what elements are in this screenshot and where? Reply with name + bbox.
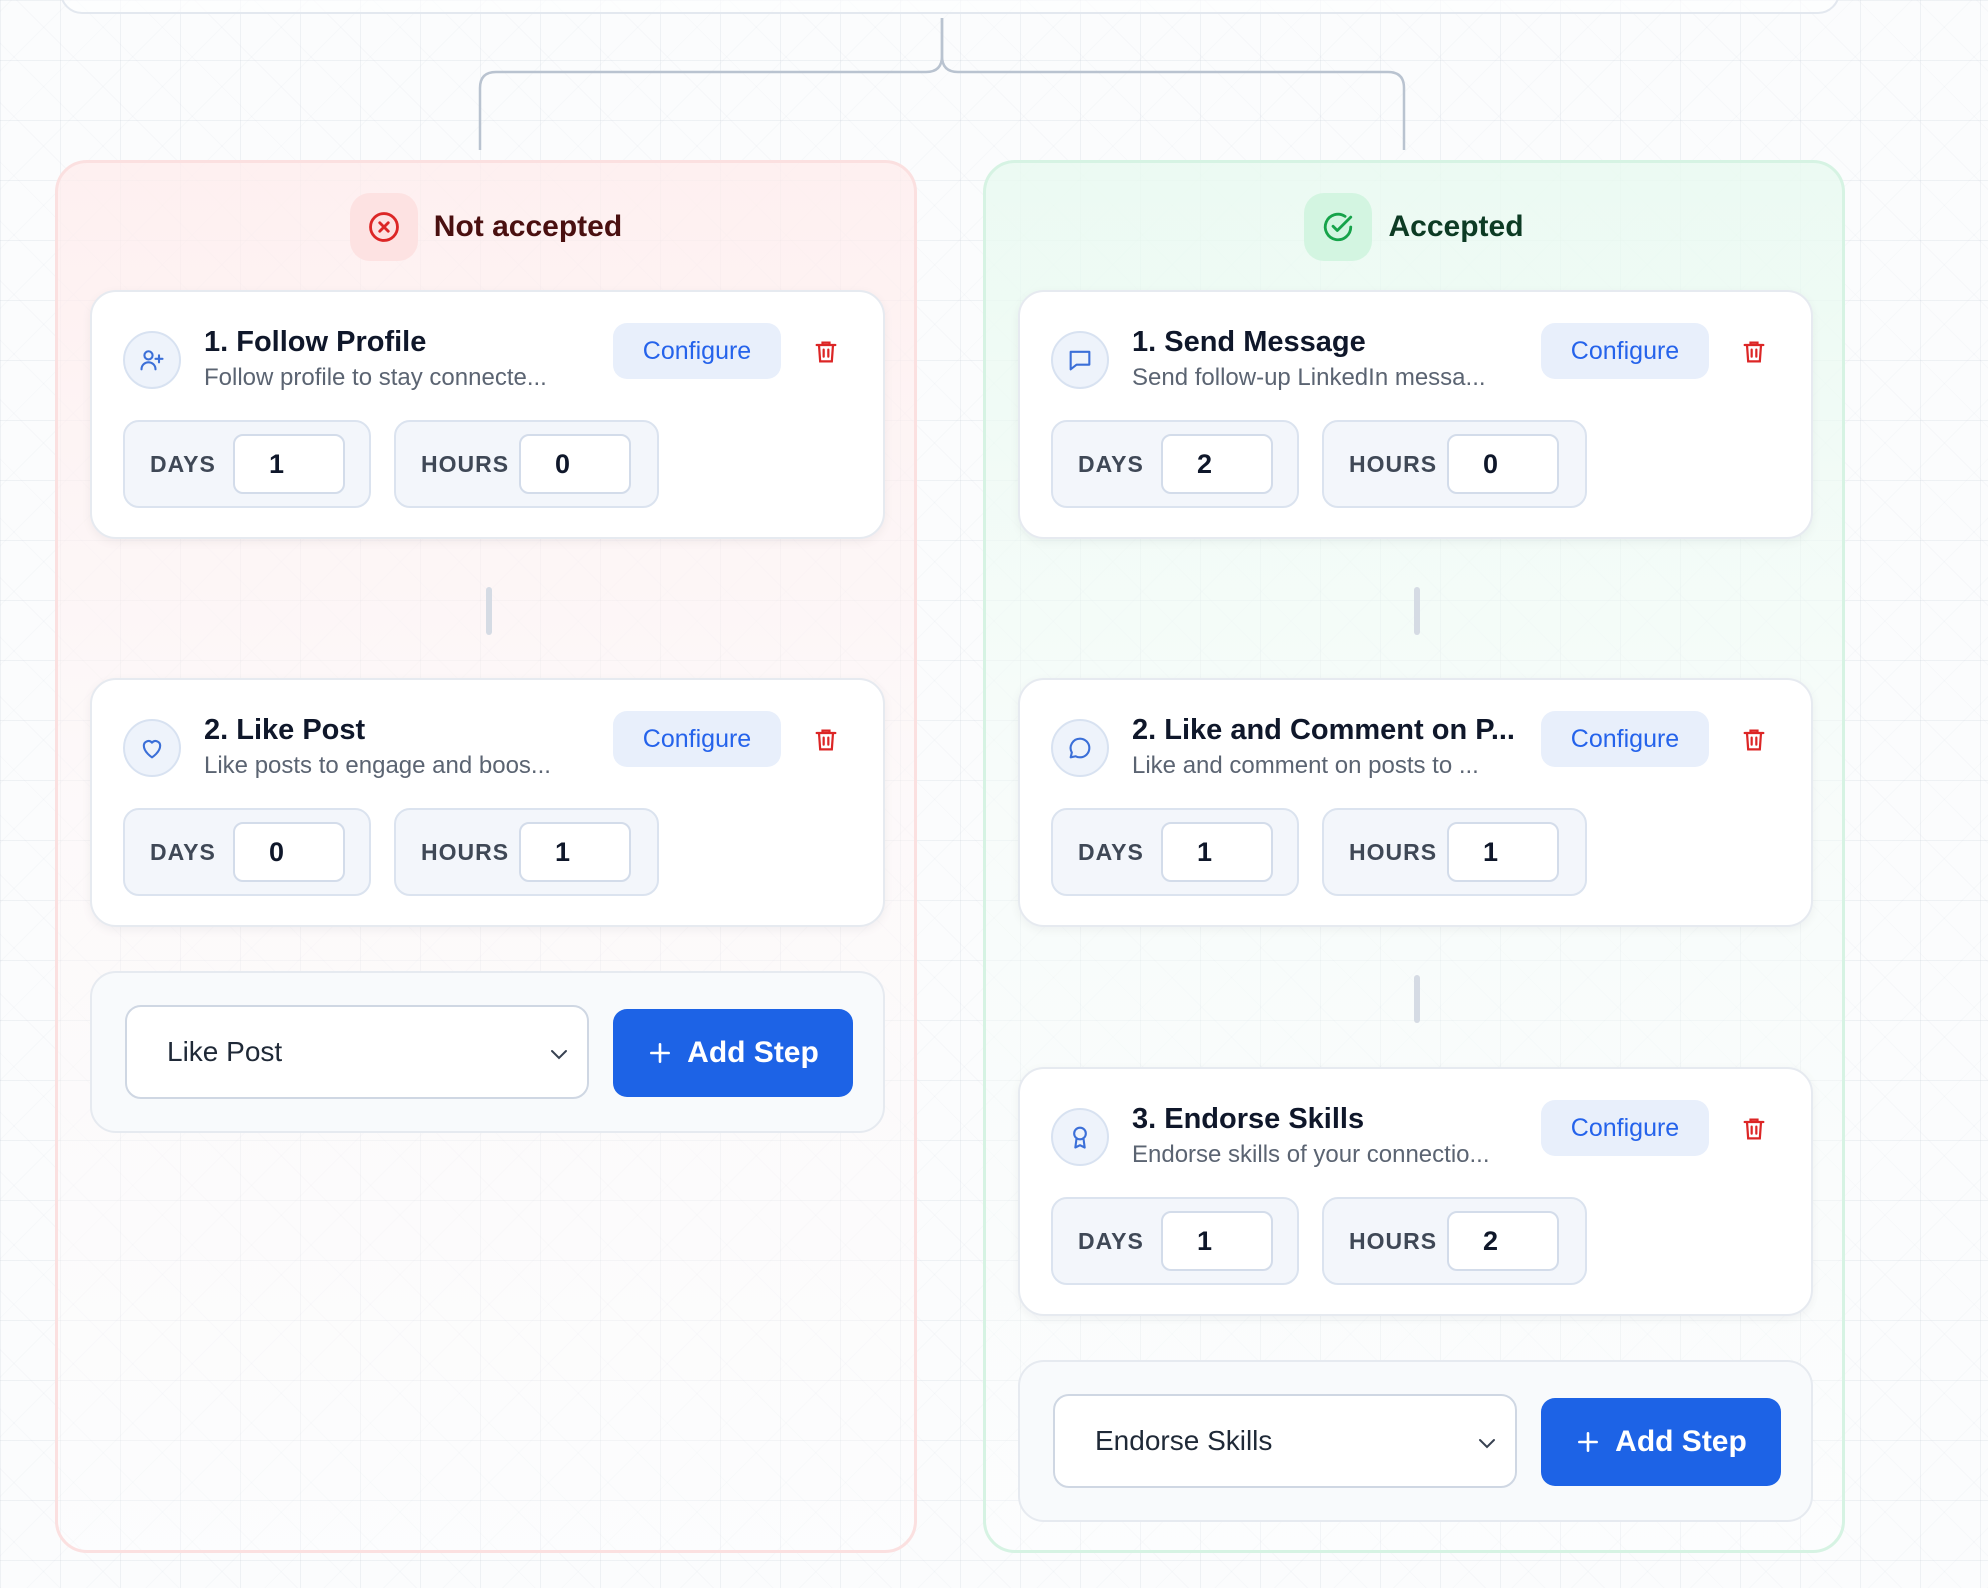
trash-icon[interactable] [808, 334, 844, 370]
hours-input[interactable]: 0 [519, 434, 631, 494]
chevron-down-icon [1479, 1439, 1495, 1449]
days-input[interactable]: 1 [233, 434, 345, 494]
days-field: DAYS 0 [123, 808, 371, 896]
add-step-label: Add Step [687, 1036, 819, 1069]
hours-label: HOURS [1349, 838, 1438, 865]
hours-field: HOURS 0 [394, 420, 659, 508]
step-card-like-and-comment: 2. Like and Comment on P... Like and com… [1018, 678, 1813, 927]
days-field: DAYS 1 [123, 420, 371, 508]
step-title: 2. Like and Comment on P... [1132, 714, 1515, 746]
add-step-panel: Endorse Skills Add Step [1018, 1360, 1813, 1522]
branch-header: Not accepted [58, 193, 914, 261]
days-input[interactable]: 1 [1161, 822, 1273, 882]
step-title: 3. Endorse Skills [1132, 1103, 1365, 1135]
add-step-label: Add Step [1615, 1425, 1747, 1458]
hours-label: HOURS [1349, 1227, 1438, 1254]
step-description: Like posts to engage and boos... [204, 752, 551, 779]
plus-icon [650, 1043, 671, 1063]
hours-input[interactable]: 1 [1447, 822, 1559, 882]
configure-button[interactable]: Configure [1541, 1100, 1709, 1156]
branch-title: Not accepted [433, 210, 623, 243]
branch-header: Accepted [986, 193, 1842, 261]
days-label: DAYS [150, 838, 216, 865]
step-card-follow-profile: 1. Follow Profile Follow profile to stay… [90, 290, 885, 539]
chevron-down-icon [551, 1050, 567, 1060]
branch-connector [478, 18, 1406, 150]
days-field: DAYS 1 [1051, 1197, 1299, 1285]
days-label: DAYS [1078, 450, 1144, 477]
days-input[interactable]: 0 [233, 822, 345, 882]
award-icon [1051, 1108, 1109, 1166]
configure-button[interactable]: Configure [1541, 711, 1709, 767]
x-circle-icon [349, 193, 418, 261]
days-label: DAYS [1078, 838, 1144, 865]
hours-input[interactable]: 0 [1447, 434, 1559, 494]
configure-button[interactable]: Configure [1541, 323, 1709, 379]
add-step-panel: Like Post Add Step [90, 971, 885, 1133]
days-label: DAYS [1078, 1227, 1144, 1254]
hours-input[interactable]: 1 [519, 822, 631, 882]
step-type-selected: Like Post [167, 1036, 283, 1067]
step-type-select[interactable]: Endorse Skills [1053, 1394, 1517, 1488]
hours-field: HOURS 1 [1322, 808, 1587, 896]
days-field: DAYS 2 [1051, 420, 1299, 508]
days-input[interactable]: 1 [1161, 1211, 1273, 1271]
message-square-icon [1051, 331, 1109, 389]
step-link-line [1414, 975, 1420, 1023]
step-type-selected: Endorse Skills [1095, 1425, 1273, 1456]
branch-accepted: Accepted 1. Send Message Send follow-up … [983, 160, 1845, 1553]
hours-input[interactable]: 2 [1447, 1211, 1559, 1271]
trash-icon[interactable] [808, 722, 844, 758]
step-card-endorse-skills: 3. Endorse Skills Endorse skills of your… [1018, 1067, 1813, 1316]
step-type-select[interactable]: Like Post [125, 1005, 589, 1099]
step-card-like-post: 2. Like Post Like posts to engage and bo… [90, 678, 885, 927]
branch-not-accepted: Not accepted 1. Follow Profile Follow pr… [55, 160, 917, 1553]
plus-icon [1578, 1432, 1599, 1452]
hours-label: HOURS [421, 838, 510, 865]
user-plus-icon [123, 331, 181, 389]
add-step-button[interactable]: Add Step [613, 1009, 853, 1097]
days-field: DAYS 1 [1051, 808, 1299, 896]
hours-label: HOURS [1349, 450, 1438, 477]
branch-title: Accepted [1388, 210, 1524, 243]
hours-field: HOURS 0 [1322, 420, 1587, 508]
trash-icon[interactable] [1736, 722, 1772, 758]
days-label: DAYS [150, 450, 216, 477]
hours-field: HOURS 2 [1322, 1197, 1587, 1285]
step-title: 2. Like Post [204, 714, 366, 746]
trash-icon[interactable] [1736, 1111, 1772, 1147]
step-description: Follow profile to stay connecte... [204, 364, 547, 391]
heart-icon [123, 719, 181, 777]
configure-button[interactable]: Configure [613, 711, 781, 767]
check-circle-icon [1304, 193, 1373, 261]
step-description: Send follow-up LinkedIn messa... [1132, 364, 1486, 391]
step-description: Like and comment on posts to ... [1132, 752, 1479, 779]
step-description: Endorse skills of your connectio... [1132, 1141, 1490, 1168]
message-circle-icon [1051, 719, 1109, 777]
step-title: 1. Follow Profile [204, 326, 427, 358]
add-step-button[interactable]: Add Step [1541, 1398, 1781, 1486]
trash-icon[interactable] [1736, 334, 1772, 370]
step-link-line [1414, 587, 1420, 635]
hours-label: HOURS [421, 450, 510, 477]
step-link-line [486, 587, 492, 635]
days-input[interactable]: 2 [1161, 434, 1273, 494]
step-card-send-message: 1. Send Message Send follow-up LinkedIn … [1018, 290, 1813, 539]
step-title: 1. Send Message [1132, 326, 1366, 358]
hours-field: HOURS 1 [394, 808, 659, 896]
configure-button[interactable]: Configure [613, 323, 781, 379]
